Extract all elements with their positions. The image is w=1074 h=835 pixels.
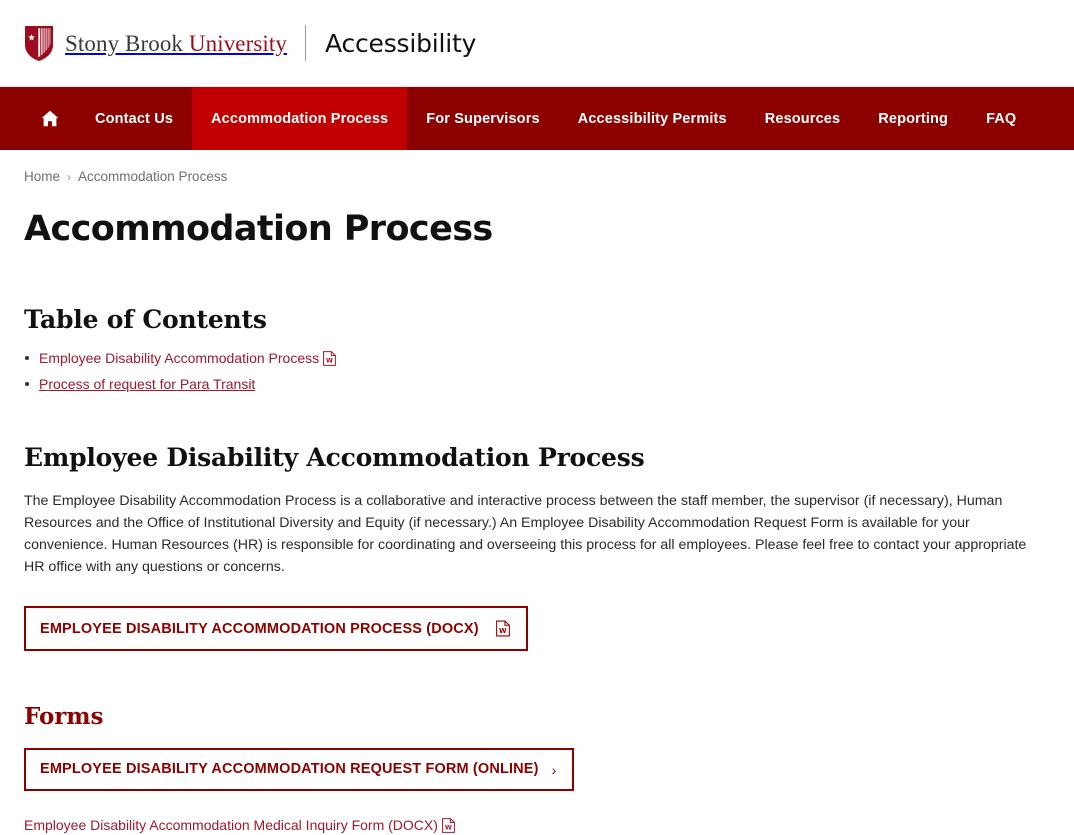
breadcrumb: Home › Accommodation Process	[24, 169, 1050, 184]
toc-link-process-of-request-for-para-transit[interactable]: Process of request for Para Transit	[39, 376, 255, 392]
brand-wordmark-stony: Stony Brook	[65, 30, 189, 56]
nav-item-for-supervisors[interactable]: For Supervisors	[407, 87, 558, 150]
table-of-contents-list: Employee Disability Accommodation Proces…	[24, 348, 1050, 395]
site-name: Accessibility	[325, 28, 477, 58]
word-document-icon: W	[495, 620, 510, 637]
breadcrumb-separator-icon: ›	[67, 169, 72, 184]
list-item: Process of request for Para Transit	[24, 374, 1050, 395]
word-document-icon[interactable]: W	[323, 351, 337, 367]
employee-disability-accommodation-request-form-online-button[interactable]: EMPLOYEE DISABILITY ACCOMMODATION REQUES…	[24, 748, 575, 791]
brand-wordmark-university: University	[188, 30, 287, 56]
process-download-row: EMPLOYEE DISABILITY ACCOMMODATION PROCES…	[24, 606, 1050, 652]
masthead-divider	[305, 25, 306, 61]
svg-text:W: W	[499, 627, 507, 635]
employee-disability-accommodation-process-docx-button[interactable]: EMPLOYEE DISABILITY ACCOMMODATION PROCES…	[24, 606, 528, 652]
breadcrumb-link-home[interactable]: Home	[24, 169, 60, 184]
employee-disability-accommodation-process-section: Employee Disability Accommodation Proces…	[24, 443, 1050, 652]
nav-item-label: FAQ	[986, 110, 1017, 127]
home-icon	[41, 110, 59, 127]
main-content: Home › Accommodation Process Accommodati…	[0, 169, 1074, 835]
site-masthead: Stony Brook University Accessibility	[0, 0, 1074, 87]
page-title: Accommodation Process	[24, 209, 493, 249]
brand-wordmark: Stony Brook University	[65, 32, 287, 55]
list-item: Employee Disability Accommodation Proces…	[24, 348, 1050, 369]
employee-disability-accommodation-medical-inquiry-form-docx-link[interactable]: Employee Disability Accommodation Medica…	[24, 817, 438, 833]
nav-item-label: Reporting	[878, 110, 949, 127]
nav-item-contact-us[interactable]: Contact Us	[76, 87, 192, 150]
nav-item-label: For Supervisors	[426, 110, 540, 127]
primary-navigation: Contact Us Accommodation Process For Sup…	[0, 87, 1074, 150]
nav-item-label: Accessibility Permits	[577, 110, 727, 127]
svg-text:W: W	[326, 357, 333, 365]
nav-item-label: Accommodation Process	[211, 110, 389, 127]
chevron-right-icon: ›	[551, 761, 557, 778]
forms-section: Forms EMPLOYEE DISABILITY ACCOMMODATION …	[24, 703, 1050, 835]
forms-button-row: EMPLOYEE DISABILITY ACCOMMODATION REQUES…	[24, 748, 1050, 791]
nav-item-label: Contact Us	[95, 110, 174, 127]
toc-link-employee-disability-accommodation-process[interactable]: Employee Disability Accommodation Proces…	[39, 350, 319, 366]
word-document-icon[interactable]: W	[442, 817, 455, 833]
table-of-contents-heading: Table of Contents	[24, 305, 267, 335]
breadcrumb-current: Accommodation Process	[78, 169, 228, 184]
forms-heading: Forms	[24, 703, 104, 731]
nav-item-home[interactable]	[24, 87, 76, 150]
nav-item-label: Resources	[764, 110, 841, 127]
stony-brook-shield-icon	[24, 25, 54, 62]
nav-item-faq[interactable]: FAQ	[967, 87, 1035, 150]
section-paragraph: The Employee Disability Accommodation Pr…	[24, 493, 1027, 576]
nav-item-resources[interactable]: Resources	[746, 87, 860, 150]
section-heading: Employee Disability Accommodation Proces…	[24, 443, 645, 473]
button-label: EMPLOYEE DISABILITY ACCOMMODATION REQUES…	[40, 761, 539, 778]
button-label: EMPLOYEE DISABILITY ACCOMMODATION PROCES…	[40, 620, 479, 637]
medical-inquiry-form-row: Employee Disability Accommodation Medica…	[24, 817, 1050, 835]
nav-item-accommodation-process[interactable]: Accommodation Process	[192, 87, 408, 150]
brand-logo-link[interactable]: Stony Brook University	[24, 25, 287, 62]
svg-text:W: W	[445, 823, 452, 831]
nav-item-accessibility-permits[interactable]: Accessibility Permits	[559, 87, 746, 150]
nav-item-reporting[interactable]: Reporting	[859, 87, 967, 150]
